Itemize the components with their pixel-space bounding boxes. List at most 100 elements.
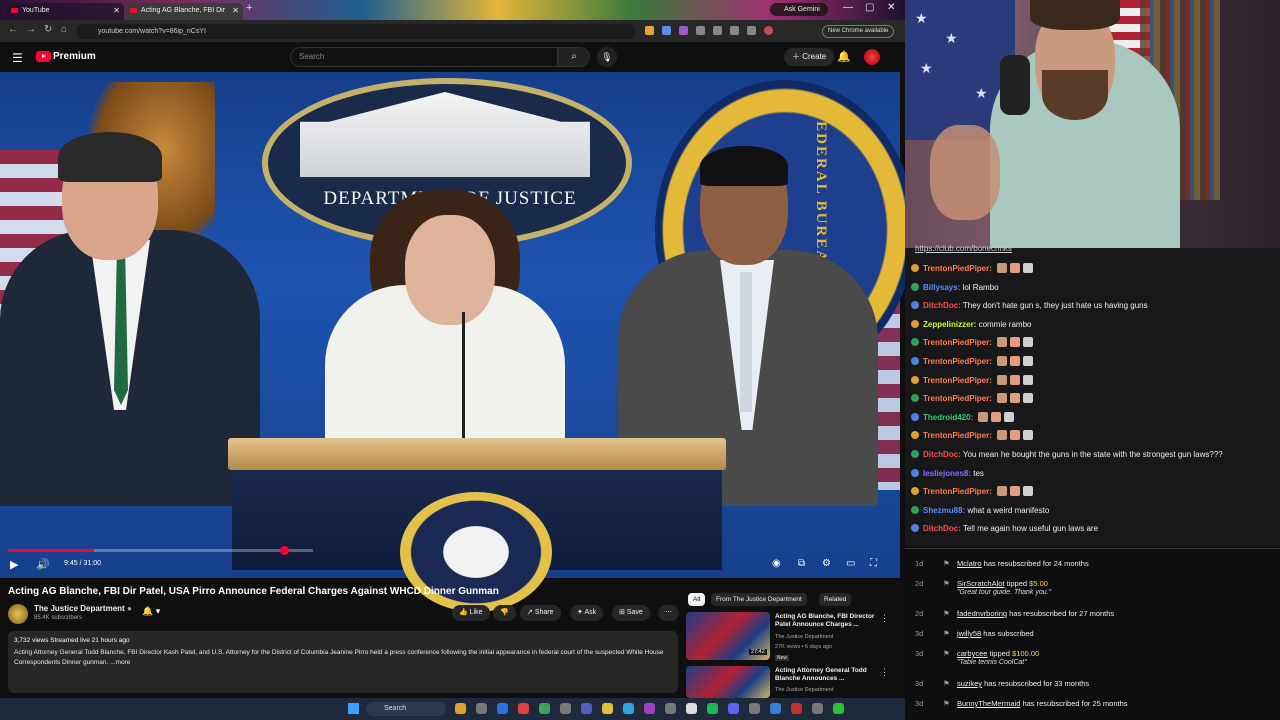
related-more-icon[interactable]: ⋮ [880, 667, 889, 678]
close-window-icon[interactable]: ✕ [887, 2, 895, 13]
chat-username[interactable]: lesliejones8: [923, 469, 971, 478]
dislike-button[interactable]: 👎 [493, 605, 516, 621]
chat-username[interactable]: TrentonPiedPiper: [923, 394, 992, 403]
taskbar-app-icon[interactable] [791, 703, 802, 714]
captions-icon[interactable]: ⧉ [798, 558, 805, 569]
settings-gear-icon[interactable]: ⚙ [822, 558, 831, 569]
url-field[interactable]: youtube.com/watch?v=86ip_nCsYI [76, 24, 636, 39]
home-icon[interactable]: ⌂ [61, 24, 67, 35]
volume-icon[interactable]: 🔊 [36, 558, 50, 571]
taskbar-app-icon[interactable] [623, 703, 634, 714]
chat-username[interactable]: Billysays: [923, 283, 960, 292]
taskbar-app-icon[interactable] [749, 703, 760, 714]
taskbar-app-icon[interactable] [581, 703, 592, 714]
browser-tab-youtube[interactable]: YouTube ✕ [6, 3, 124, 20]
chip-from-channel[interactable]: From The Justice Department [711, 593, 807, 606]
extension-icon[interactable] [713, 26, 722, 35]
reload-icon[interactable]: ↻ [44, 24, 52, 35]
related-channel[interactable]: The Justice Department [775, 687, 833, 693]
taskbar-app-icon[interactable] [812, 703, 823, 714]
taskbar-app-icon[interactable] [833, 703, 844, 714]
chat-username[interactable]: TrentonPiedPiper: [923, 264, 992, 273]
save-button[interactable]: ⊞ Save [612, 605, 650, 621]
related-title[interactable]: Acting Attorney General Todd Blanche Ann… [775, 667, 880, 683]
chat-username[interactable]: TrentonPiedPiper: [923, 376, 992, 385]
taskbar-app-icon[interactable] [518, 703, 529, 714]
taskbar-app-icon[interactable] [686, 703, 697, 714]
more-actions-icon[interactable]: ⋯ [658, 605, 679, 621]
chat-username[interactable]: DitchDoc: [923, 301, 961, 310]
chat-username[interactable]: Shezmu88: [923, 506, 965, 515]
chat-username[interactable]: Zeppelinizzer: [923, 320, 976, 329]
minimize-icon[interactable]: — [843, 2, 853, 13]
extension-icon[interactable] [662, 26, 671, 35]
maximize-icon[interactable]: ▢ [865, 2, 874, 13]
event-username[interactable]: BunnyTheMermaid [957, 699, 1020, 708]
menu-icon[interactable]: ☰ [12, 51, 23, 65]
extension-icon[interactable] [696, 26, 705, 35]
subscription-bell-icon[interactable]: 🔔 ▾ [142, 606, 172, 620]
taskbar-app-icon[interactable] [707, 703, 718, 714]
like-button[interactable]: 👍 Like [452, 605, 490, 621]
chip-related[interactable]: Related [819, 593, 852, 606]
chat-username[interactable]: Thedroid420: [923, 413, 973, 422]
event-username[interactable]: SirScratchAlot [957, 579, 1005, 588]
taskbar-app-icon[interactable] [497, 703, 508, 714]
taskbar-app-icon[interactable] [560, 703, 571, 714]
taskbar-app-icon[interactable] [644, 703, 655, 714]
forward-icon[interactable]: → [26, 24, 36, 35]
microphone-icon[interactable]: 🎙 [597, 47, 617, 67]
related-thumbnail[interactable] [686, 666, 770, 698]
related-channel[interactable]: The Justice Department [775, 634, 833, 640]
extension-icon[interactable] [645, 26, 654, 35]
taskbar-app-icon[interactable] [476, 703, 487, 714]
extension-icon[interactable] [730, 26, 739, 35]
event-username[interactable]: jwilly58 [957, 629, 981, 638]
taskbar-search[interactable]: Search [366, 702, 446, 716]
browser-tab-active[interactable]: Acting AG Blanche, FBI Dir ✕ [125, 3, 243, 20]
chip-all[interactable]: All [688, 593, 706, 606]
event-username[interactable]: fadednvrboring [957, 609, 1007, 618]
event-username[interactable]: suzikey [957, 679, 982, 688]
taskbar-app-icon[interactable] [770, 703, 781, 714]
channel-avatar[interactable] [8, 604, 28, 624]
search-input[interactable]: Search [290, 47, 558, 67]
new-tab-button[interactable]: + [246, 2, 252, 14]
youtube-premium-logo[interactable]: Premium [53, 51, 96, 62]
ask-gemini-button[interactable]: Ask Gemini [770, 3, 828, 16]
taskbar-app-icon[interactable] [665, 703, 676, 714]
share-button[interactable]: ↗ Share [520, 605, 561, 621]
taskbar-app-icon[interactable] [539, 703, 550, 714]
create-button[interactable]: ＋ Create [784, 48, 835, 66]
profile-icon[interactable] [764, 26, 773, 35]
event-username[interactable]: carbycee [957, 649, 987, 658]
chat-username[interactable]: TrentonPiedPiper: [923, 487, 992, 496]
autoplay-toggle-icon[interactable]: ◉ [772, 558, 781, 569]
event-username[interactable]: Mclatro [957, 559, 982, 568]
play-icon[interactable]: ▶ [10, 558, 18, 571]
youtube-logo-icon[interactable] [36, 51, 51, 62]
show-more-link[interactable]: ...more [110, 659, 130, 666]
account-avatar[interactable] [864, 49, 880, 65]
fullscreen-icon[interactable]: ⛶ [870, 558, 877, 569]
chat-username[interactable]: TrentonPiedPiper: [923, 357, 992, 366]
taskbar-app-icon[interactable] [602, 703, 613, 714]
close-tab-icon[interactable]: ✕ [232, 3, 239, 18]
chat-username[interactable]: TrentonPiedPiper: [923, 431, 992, 440]
notifications-bell-icon[interactable]: 🔔 [837, 50, 851, 63]
extension-icon[interactable] [679, 26, 688, 35]
video-scrubber-handle[interactable] [280, 546, 289, 555]
windows-start-icon[interactable] [348, 703, 359, 714]
chat-username[interactable]: DitchDoc: [923, 524, 961, 533]
related-more-icon[interactable]: ⋮ [880, 613, 889, 624]
taskbar-app-icon[interactable] [728, 703, 739, 714]
taskbar-app-icon[interactable] [455, 703, 466, 714]
channel-name[interactable]: The Justice Department ● [34, 604, 132, 613]
search-icon[interactable]: ⌕ [558, 47, 590, 67]
chat-username[interactable]: TrentonPiedPiper: [923, 338, 992, 347]
back-icon[interactable]: ← [8, 24, 18, 35]
miniplayer-icon[interactable]: ▭ [846, 558, 855, 569]
close-tab-icon[interactable]: ✕ [113, 3, 120, 18]
ask-button[interactable]: ✦ Ask [570, 605, 604, 621]
extension-icon[interactable] [747, 26, 756, 35]
